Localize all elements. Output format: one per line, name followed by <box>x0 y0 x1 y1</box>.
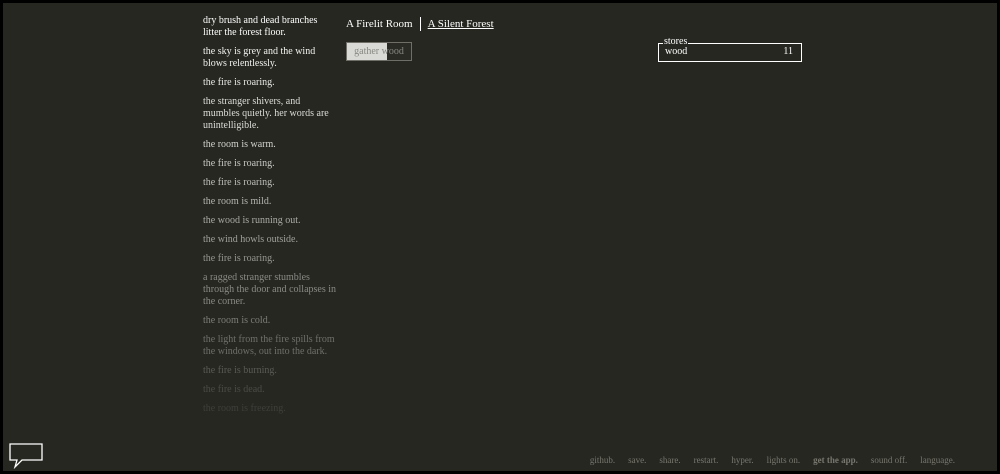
notification-item: the fire is roaring. <box>203 253 275 264</box>
notification-item: the wood is running out. <box>203 215 301 226</box>
notification-item: the fire is roaring. <box>203 177 275 188</box>
notification-item: the room is warm. <box>203 139 276 150</box>
store-item-value: 11 <box>783 46 793 57</box>
notification-item: the stranger shivers, and mumbles quietl… <box>203 96 329 131</box>
tab-firelit-room[interactable]: A Firelit Room <box>346 18 413 30</box>
location-header: A Firelit Room A Silent Forest <box>346 16 494 32</box>
notification-item: the light from the fire spills from the … <box>203 334 335 357</box>
notification-item: the fire is dead. <box>203 384 265 395</box>
footer-menu: github. save. share. restart. hyper. lights o… <box>590 455 955 465</box>
speech-bubble-icon[interactable] <box>9 443 43 469</box>
notification-item: a ragged stranger stumbles through the d… <box>203 272 337 307</box>
tab-separator <box>419 17 421 31</box>
menu-item-share[interactable]: share. <box>659 455 680 465</box>
menu-item-sound-off[interactable]: sound off. <box>871 455 907 465</box>
notification-item: the fire is burning. <box>203 365 277 376</box>
menu-item-lights-on[interactable]: lights on. <box>767 455 801 465</box>
stores-panel: stores wood 11 <box>658 36 802 62</box>
menu-item-get-the-app[interactable]: get the app. <box>813 455 858 465</box>
menu-item-hyper[interactable]: hyper. <box>731 455 753 465</box>
notification-item: the sky is grey and the wind blows relen… <box>203 46 316 69</box>
menu-item-github[interactable]: github. <box>590 455 615 465</box>
gather-wood-button[interactable]: gather wood <box>346 42 412 61</box>
store-row-wood: wood 11 <box>665 46 793 58</box>
menu-item-language[interactable]: language. <box>920 455 955 465</box>
notification-item: the room is freezing. <box>203 403 286 414</box>
store-item-name: wood <box>665 46 688 57</box>
tab-silent-forest[interactable]: A Silent Forest <box>428 18 494 30</box>
notification-item: the room is mild. <box>203 196 272 207</box>
notifications-panel: dry brush and dead branches litter the f… <box>203 15 337 425</box>
menu-item-save[interactable]: save. <box>628 455 646 465</box>
gather-wood-label: gather wood <box>354 46 404 57</box>
notification-item: dry brush and dead branches litter the f… <box>203 15 318 38</box>
notification-item: the room is cold. <box>203 315 271 326</box>
menu-item-restart[interactable]: restart. <box>694 455 719 465</box>
game-window: dry brush and dead branches litter the f… <box>0 0 1000 474</box>
notification-item: the wind howls outside. <box>203 234 298 245</box>
notification-item: the fire is roaring. <box>203 158 275 169</box>
notification-item: the fire is roaring. <box>203 77 275 88</box>
